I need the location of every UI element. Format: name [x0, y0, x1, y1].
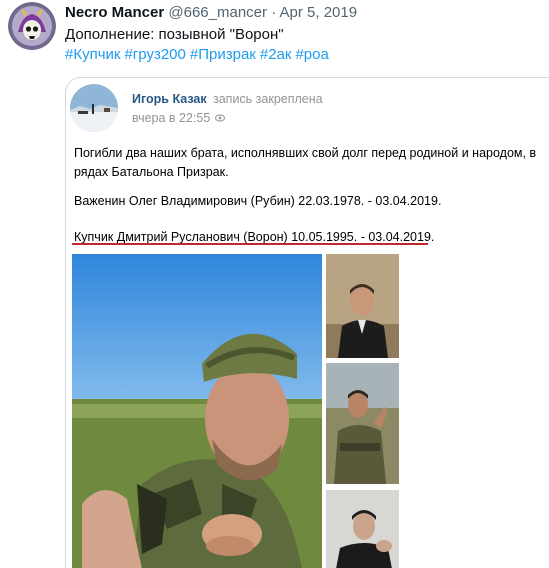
- man-portrait-image: [326, 254, 399, 358]
- soldier-gesture-image: [326, 363, 399, 484]
- user-avatar[interactable]: [8, 2, 56, 50]
- attached-image[interactable]: Игорь Казак запись закреплена вчера в 22…: [65, 77, 549, 568]
- eye-icon: [215, 114, 225, 122]
- soldier-photo-main: [72, 254, 322, 568]
- skull-avatar-icon: [8, 2, 56, 50]
- winter-landscape-avatar: [70, 84, 118, 132]
- hashtag-link[interactable]: #Купчик: [65, 46, 120, 63]
- red-underline: [72, 243, 428, 245]
- vk-pinned-status: запись закреплена: [213, 92, 323, 106]
- hashtag-link[interactable]: #2ак: [260, 46, 292, 63]
- header-separator: ·: [271, 4, 277, 21]
- hashtag-link[interactable]: #груз200: [124, 46, 185, 63]
- soldier-photo-small-2: [326, 363, 399, 484]
- user-handle[interactable]: @666_mancer: [168, 4, 267, 21]
- soldier-photo-small-1: [326, 254, 399, 358]
- hashtag-list: #Купчик #груз200 #Призрак #2ак #роа: [65, 45, 333, 65]
- soldier-photo-small-3: [326, 490, 399, 568]
- tweet-date[interactable]: Apr 5, 2019: [280, 4, 358, 21]
- hashtag-link[interactable]: #Призрак: [190, 46, 256, 63]
- tweet-header: Necro Mancer @666_mancer · Apr 5, 2019: [65, 4, 357, 21]
- tweet-text: Дополнение: позывной "Ворон": [65, 26, 284, 43]
- vk-post-time: вчера в 22:55: [132, 111, 211, 125]
- vk-paragraph-2: Важенин Олег Владимирович (Рубин) 22.03.…: [74, 194, 442, 208]
- man-selfie-image: [326, 490, 399, 568]
- vk-author-avatar: [70, 84, 118, 132]
- hashtag-link[interactable]: #роа: [295, 46, 328, 63]
- vk-post-screenshot: Игорь Казак запись закреплена вчера в 22…: [68, 80, 549, 568]
- vk-paragraph-1: Погибли два наших брата, исполнявших сво…: [74, 146, 537, 179]
- display-name[interactable]: Necro Mancer: [65, 4, 164, 21]
- soldier-selfie-image: [72, 254, 322, 568]
- vk-author-name: Игорь Казак: [132, 92, 207, 106]
- tweet: Necro Mancer @666_mancer · Apr 5, 2019 Д…: [0, 0, 549, 568]
